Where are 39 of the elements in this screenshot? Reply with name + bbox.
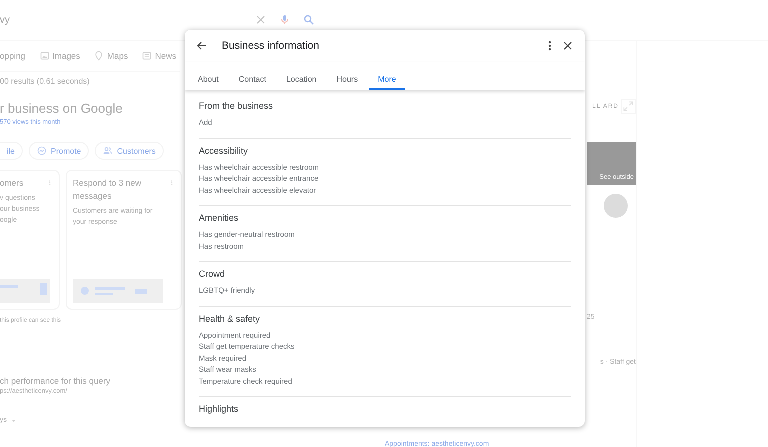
section-heading: Crowd — [199, 268, 226, 280]
result-stats: 00 results (0.61 seconds) — [0, 77, 90, 86]
tab[interactable]: Contact — [230, 62, 276, 90]
search-query[interactable]: vy — [0, 14, 255, 26]
logo-avatar — [604, 194, 628, 218]
newspaper-icon — [142, 51, 152, 61]
clear-icon[interactable] — [255, 14, 267, 26]
close-icon — [562, 40, 574, 52]
back-arrow-icon — [196, 40, 208, 52]
search-tab[interactable]: opping — [0, 51, 26, 61]
search-tab[interactable]: News — [142, 51, 176, 61]
expand-icon[interactable] — [621, 99, 636, 114]
card-title: omers — [0, 177, 24, 190]
microphone-icon[interactable] — [279, 14, 291, 26]
tab[interactable]: About — [189, 62, 228, 90]
performance-title: ch performance for this query — [0, 376, 111, 386]
search-tab[interactable]: Images — [40, 51, 80, 61]
search-icon[interactable] — [303, 14, 315, 26]
section-heading: Highlights — [199, 403, 240, 415]
section-heading: Health & safety — [199, 312, 262, 324]
section-heading: Accessibility — [199, 144, 250, 156]
tab[interactable]: Location — [277, 62, 326, 90]
illustration-drawing — [0, 279, 50, 303]
action-chip[interactable]: ile — [0, 142, 24, 160]
search-tab[interactable]: Maps — [94, 51, 128, 61]
dialog-title: Business information — [222, 40, 320, 52]
card-title: Respond to 3 new messages — [73, 177, 142, 203]
map-pin-icon — [94, 51, 104, 61]
section-heading: Amenities — [199, 212, 240, 224]
action-chip[interactable]: Promote — [29, 142, 90, 160]
trend-icon — [37, 146, 48, 156]
people-icon — [103, 146, 114, 156]
business-heading: r business on Google — [0, 101, 123, 116]
tab[interactable]: Hours — [328, 62, 368, 90]
section-heading: From the business — [199, 100, 274, 112]
action-chip[interactable]: Customers — [95, 142, 164, 160]
image-icon — [40, 51, 50, 61]
tab[interactable]: More — [369, 62, 406, 90]
caret-icon — [11, 418, 17, 424]
